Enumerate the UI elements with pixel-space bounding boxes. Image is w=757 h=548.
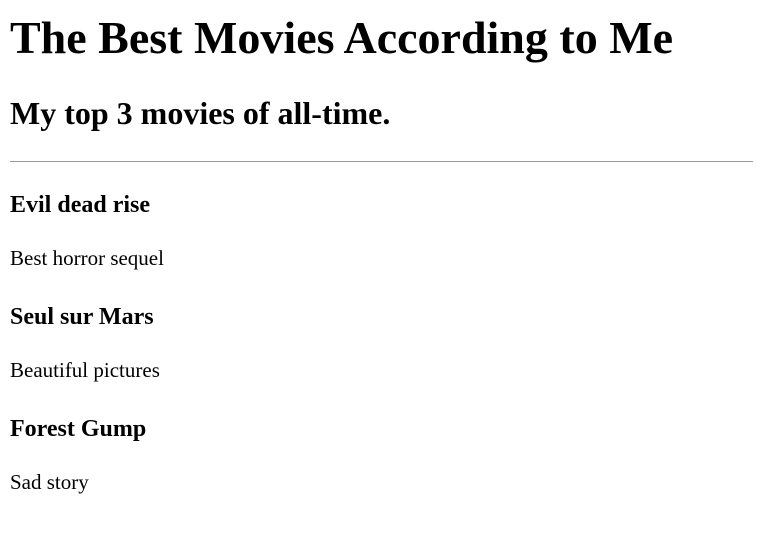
movie-item: Forest Gump Sad story: [10, 414, 753, 526]
movie-list: Evil dead rise Best horror sequel Seul s…: [10, 190, 753, 526]
movie-description: Best horror sequel: [10, 246, 164, 270]
page: The Best Movies According to Me My top 3…: [0, 0, 757, 548]
divider: [10, 161, 753, 162]
movie-description: Beautiful pictures: [10, 358, 160, 382]
movie-title: Seul sur Mars: [10, 304, 154, 330]
movie-title: Forest Gump: [10, 416, 147, 442]
movie-item: Seul sur Mars Beautiful pictures: [10, 302, 753, 414]
page-title: The Best Movies According to Me: [10, 12, 674, 63]
movie-item: Evil dead rise Best horror sequel: [10, 190, 753, 302]
page-subtitle: My top 3 movies of all-time.: [10, 95, 391, 131]
movie-title: Evil dead rise: [10, 192, 151, 218]
movie-description: Sad story: [10, 470, 89, 494]
